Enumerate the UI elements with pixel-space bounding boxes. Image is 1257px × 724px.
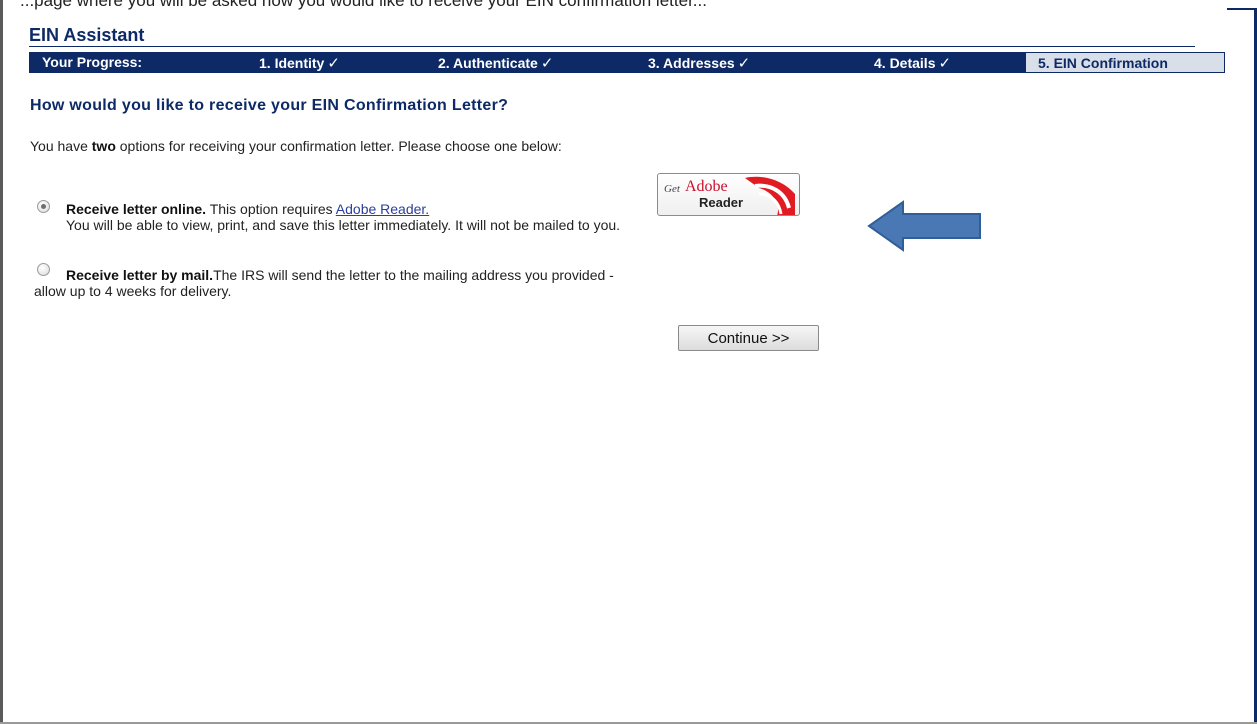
progress-step-details: 4. Details ✓: [874, 54, 951, 72]
adobe-reader-icon: [745, 176, 795, 215]
intro-suffix: options for receiving your confirmation …: [115, 138, 562, 154]
option-title: Receive letter by mail.: [66, 267, 214, 283]
progress-step-label: 4. Details: [874, 55, 936, 71]
page-heading: How would you like to receive your EIN C…: [30, 97, 509, 114]
progress-step-authenticate: 2. Authenticate ✓: [438, 54, 553, 72]
progress-step-identity: 1. Identity ✓: [259, 54, 340, 72]
get-adobe-reader-button[interactable]: Get Adobe Reader: [657, 173, 800, 216]
intro-prefix: You have: [30, 138, 92, 154]
option-detail: You will be able to view, print, and sav…: [66, 217, 621, 233]
checkmark-icon: ✓: [737, 55, 751, 72]
adobe-get-text: Get: [664, 183, 680, 195]
app-title: EIN Assistant: [29, 25, 145, 45]
window-frame-left: [0, 0, 3, 724]
continue-button[interactable]: Continue >>: [678, 325, 819, 351]
progress-step-ein-confirmation: 5. EIN Confirmation: [1025, 52, 1225, 73]
title-divider: [29, 46, 1195, 47]
option-text: The IRS will send the letter to the mail…: [213, 267, 614, 283]
checkmark-icon: ✓: [327, 55, 340, 72]
window-frame-top: [1227, 8, 1257, 10]
radio-receive-mail[interactable]: [37, 263, 50, 276]
intro-emphasis: two: [91, 138, 116, 154]
left-arrow-icon: [867, 200, 981, 252]
checkmark-icon: ✓: [938, 55, 952, 72]
option-detail: allow up to 4 weeks for delivery.: [34, 283, 232, 299]
option-receive-online: Receive letter online. This option requi…: [66, 201, 620, 233]
option-title: Receive letter online.: [66, 201, 207, 217]
checkmark-icon: ✓: [540, 55, 554, 72]
adobe-brand-text: Adobe: [685, 178, 728, 195]
adobe-reader-link[interactable]: Adobe Reader.: [336, 201, 429, 217]
page: ...page where you will be asked how you …: [0, 0, 1257, 724]
progress-step-label: 2. Authenticate: [438, 55, 538, 71]
progress-bar: Your Progress: 1. Identity ✓ 2. Authentic…: [29, 52, 1225, 73]
radio-receive-online[interactable]: [37, 200, 50, 213]
progress-step-label: 1. Identity: [259, 55, 325, 71]
progress-step-label: 3. Addresses: [648, 55, 735, 71]
progress-step-addresses: 3. Addresses ✓: [648, 54, 750, 72]
top-caption: ...page where you will be asked how you …: [20, 0, 707, 10]
option-receive-mail: Receive letter by mail.The IRS will send…: [34, 267, 614, 299]
intro-text: You have two options for receiving your …: [30, 138, 562, 154]
option-text: This option requires: [206, 201, 336, 217]
progress-label: Your Progress:: [42, 54, 143, 70]
